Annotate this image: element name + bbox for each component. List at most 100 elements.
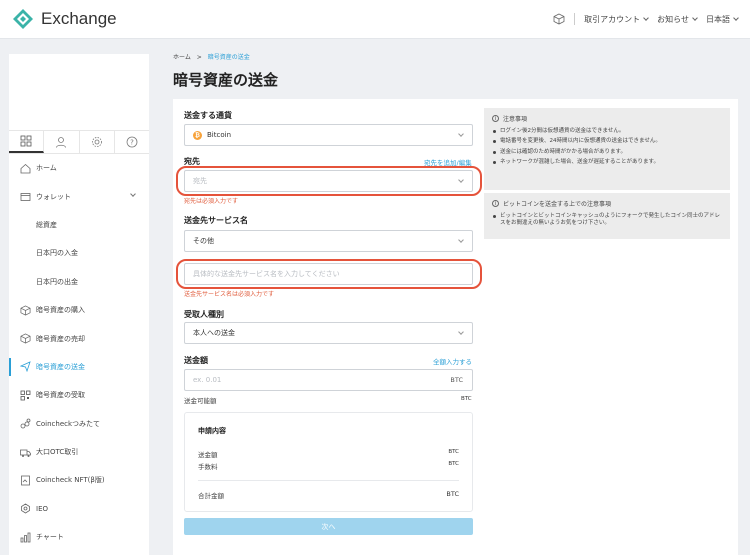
gear-icon <box>91 137 102 147</box>
summary-row-amount: 送金額 BTC <box>198 449 459 459</box>
sidebar-menu: ホーム ウォレット 総資産 日本円の入金 日本円の出金 暗号資産の購入 暗号資産… <box>9 154 149 551</box>
tab-home[interactable] <box>9 131 45 153</box>
service-select[interactable]: その他 <box>184 230 473 252</box>
notice-item: ネットワークが混雑した場合、送金が遅延することがあります。 <box>492 159 722 166</box>
wallet-icon <box>19 191 31 203</box>
nav-label: 取引アカウント <box>584 14 641 24</box>
chevron-down-icon <box>458 131 464 137</box>
ieo-icon <box>19 503 31 515</box>
top-bar: Exchange 取引アカウント お知らせ 日本語 <box>0 0 750 39</box>
sidebar-item-label: 暗号資産の売却 <box>36 334 85 343</box>
sidebar-item-label: 総資産 <box>36 220 57 229</box>
breadcrumb-home[interactable]: ホーム <box>173 54 191 61</box>
recipient-type-value: 本人への送金 <box>193 329 235 337</box>
sidebar-item-label: ウォレット <box>36 192 71 201</box>
notice-item: 送金には確認のため時間がかかる場合があります。 <box>492 149 722 156</box>
cube-icon <box>19 333 31 345</box>
sidebar-item-buy-crypto[interactable]: 暗号資産の購入 <box>9 296 149 324</box>
service-name-input[interactable]: 具体的な送金先サービス名を入力してください <box>184 263 473 285</box>
destination-label: 宛先 <box>184 157 200 166</box>
sidebar-item-home[interactable]: ホーム <box>9 154 149 182</box>
service-value: その他 <box>193 237 214 245</box>
tab-help[interactable]: ? <box>115 131 149 153</box>
summary-row-unit: BTC <box>448 449 459 455</box>
sidebar-item-wallet[interactable]: ウォレット <box>9 182 149 210</box>
sidebar-item-send-crypto[interactable]: 暗号資産の送金 <box>9 353 149 381</box>
amount-label: 送金額 <box>184 356 208 365</box>
destination-error: 宛先は必須入力です <box>184 198 239 205</box>
summary-total-unit: BTC <box>446 490 459 498</box>
nav-label: お知らせ <box>657 14 689 24</box>
nav-notices[interactable]: お知らせ <box>657 14 698 25</box>
available-amount-label: 送金可能額 <box>184 397 217 405</box>
sidebar: ? ホーム ウォレット 総資産 日本円の入金 日本円の出金 暗号資産の購入 暗号… <box>9 54 149 555</box>
service-name-placeholder: 具体的な送金先サービス名を入力してください <box>193 270 340 278</box>
currency-label: 送金する通貨 <box>184 111 232 120</box>
notice-list: ビットコインとビットコインキャッシュのようにフォークで発生したコイン同士のアドレ… <box>492 213 722 228</box>
sidebar-item-ieo[interactable]: IEO <box>9 495 149 523</box>
sidebar-item-jpy-deposit[interactable]: 日本円の入金 <box>9 239 149 267</box>
fill-all-amount-link[interactable]: 全額入力する <box>433 356 472 366</box>
sidebar-item-label: IEO <box>36 504 48 513</box>
sidebar-item-label: チャート <box>36 533 64 542</box>
breadcrumb-current: 暗号資産の送金 <box>207 54 250 61</box>
summary-row-label: 手数料 <box>198 463 218 471</box>
chevron-down-icon <box>733 14 739 21</box>
sidebar-item-chart[interactable]: チャート <box>9 523 149 551</box>
chevron-down-icon <box>458 237 464 243</box>
next-button[interactable]: 次へ <box>184 518 473 535</box>
nft-icon <box>19 474 31 486</box>
service-error: 送金先サービス名は必須入力です <box>184 291 275 298</box>
nav-language[interactable]: 日本語 <box>706 14 739 25</box>
recipient-type-select[interactable]: 本人への送金 <box>184 322 473 344</box>
sidebar-item-label: 大口OTC取引 <box>36 448 79 457</box>
summary-box: 申請内容 送金額 BTC 手数料 BTC 合計金額 BTC <box>184 412 473 512</box>
notice-title: i ビットコインを送金する上での注意事項 <box>492 199 722 208</box>
summary-divider <box>198 480 459 481</box>
grid-icon <box>20 135 32 147</box>
sidebar-item-total-assets[interactable]: 総資産 <box>9 211 149 239</box>
destination-select[interactable]: 宛先 <box>184 170 473 192</box>
chevron-down-icon <box>458 177 464 183</box>
summary-title: 申請内容 <box>198 427 226 435</box>
sidebar-item-label: 暗号資産の受取 <box>36 391 85 400</box>
truck-icon <box>19 446 31 458</box>
chevron-down-icon <box>643 14 649 21</box>
notice-list: ログイン後2分間は仮想通貨の送金はできません。 電話番号を変更後、24時間以内に… <box>492 128 722 167</box>
cube-icon <box>19 304 31 316</box>
edit-destination-link[interactable]: 宛先を追加/編集 <box>424 157 472 167</box>
logo[interactable]: Exchange <box>12 8 117 30</box>
bitcoin-icon: ₿ <box>193 130 202 140</box>
sidebar-item-nft[interactable]: Coincheck NFT(β版) <box>9 466 149 494</box>
available-amount-unit: BTC <box>461 396 472 402</box>
sidebar-item-label: Coincheckつみたて <box>36 419 101 428</box>
sidebar-item-tsumitate[interactable]: Coincheckつみたて <box>9 410 149 438</box>
coins-icon <box>19 418 31 430</box>
breadcrumb: ホーム > 暗号資産の送金 <box>173 52 250 61</box>
coincheck-logo-icon <box>13 9 33 29</box>
bitcoin-notice-box: i ビットコインを送金する上での注意事項 ビットコインとビットコインキャッシュのよ… <box>484 193 730 239</box>
tab-account[interactable] <box>44 131 80 153</box>
tab-settings[interactable] <box>80 131 115 153</box>
svg-text:?: ? <box>130 139 134 147</box>
summary-row-total: 合計金額 BTC <box>198 490 459 500</box>
nav-trading-account[interactable]: 取引アカウント <box>584 14 649 25</box>
service-label: 送金先サービス名 <box>184 216 248 225</box>
chevron-down-icon <box>130 191 136 198</box>
notice-item: 電話番号を変更後、24時間以内に仮想通貨の送金はできません。 <box>492 138 722 145</box>
cube-icon[interactable] <box>553 13 565 25</box>
notice-item: ビットコインとビットコインキャッシュのようにフォークで発生したコイン同士のアドレ… <box>492 213 722 228</box>
sidebar-item-label: 暗号資産の送金 <box>36 362 85 371</box>
sidebar-item-sell-crypto[interactable]: 暗号資産の売却 <box>9 324 149 352</box>
sidebar-item-otc[interactable]: 大口OTC取引 <box>9 438 149 466</box>
nav-divider <box>574 13 576 25</box>
notice-box: i 注意事項 ログイン後2分間は仮想通貨の送金はできません。 電話番号を変更後、2… <box>484 108 730 190</box>
amount-input[interactable]: ex. 0.01 BTC <box>184 369 473 391</box>
currency-select[interactable]: ₿ Bitcoin <box>184 124 473 146</box>
help-icon: ? <box>126 136 138 148</box>
summary-total-label: 合計金額 <box>198 492 224 500</box>
sidebar-item-label: 日本円の入金 <box>36 249 78 258</box>
currency-value: Bitcoin <box>207 131 232 139</box>
sidebar-item-receive-crypto[interactable]: 暗号資産の受取 <box>9 381 149 409</box>
sidebar-item-jpy-withdraw[interactable]: 日本円の出金 <box>9 268 149 296</box>
